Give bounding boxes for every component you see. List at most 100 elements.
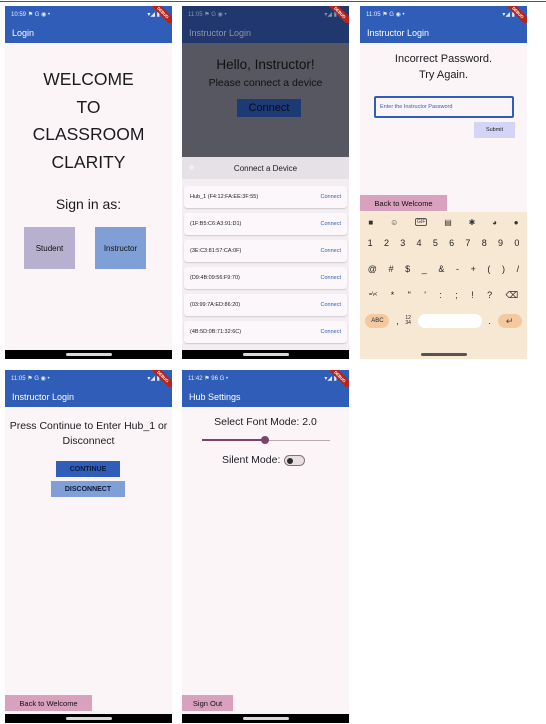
key[interactable]: 7	[465, 238, 470, 248]
device-row[interactable]: Hub_1 (F4:12:FA:EE:3F:55) Connect	[184, 186, 347, 208]
toggle-knob	[287, 457, 294, 464]
device-name: Hub_1 (F4:12:FA:EE:3F:55)	[190, 194, 259, 200]
password-field[interactable]: Enter the Instructor Password	[374, 96, 514, 118]
instructor-button[interactable]: Instructor	[95, 227, 146, 269]
key[interactable]: $	[405, 264, 410, 274]
sign-out-button[interactable]: Sign Out	[182, 695, 233, 711]
home-handle[interactable]	[242, 717, 289, 720]
hub-settings-screen: 11:42 ⚑ 96 G • ▾◢ ▮ DEBUG Hub Settings S…	[182, 370, 349, 723]
nav-bar	[182, 350, 349, 359]
key[interactable]: #	[389, 264, 394, 274]
palette-icon[interactable]: ◕	[492, 218, 497, 227]
font-mode-label: Select Font Mode: 2.0	[214, 416, 317, 428]
home-handle[interactable]	[242, 353, 289, 356]
key[interactable]: +	[471, 264, 476, 274]
status-time: 11:05	[366, 12, 381, 18]
home-handle[interactable]	[65, 717, 112, 720]
device-connect-link[interactable]: Connect	[321, 275, 342, 281]
key[interactable]: )	[502, 264, 505, 274]
continue-button[interactable]: CONTINUE	[56, 461, 120, 477]
key[interactable]: _	[422, 264, 427, 274]
clipboard-icon[interactable]: ▤	[444, 218, 452, 227]
sheet-title: Connect a Device	[233, 163, 298, 173]
abc-key[interactable]: ABC	[365, 314, 390, 328]
comma-key[interactable]: ,	[396, 316, 399, 326]
submit-button[interactable]: Submit	[474, 122, 515, 138]
keyboard-row-numbers: 1 2 3 4 5 6 7 8 9 0	[362, 232, 525, 254]
key[interactable]: 8	[482, 238, 487, 248]
key[interactable]: '	[424, 290, 426, 300]
student-button[interactable]: Student	[24, 227, 75, 269]
numpad-key[interactable]: 12 34	[405, 316, 411, 326]
device-row[interactable]: (D9:4B:09:56:F9:70) Connect	[184, 267, 347, 289]
sticker-icon[interactable]: ☺	[390, 218, 398, 227]
enter-icon[interactable]: ↵	[497, 314, 522, 328]
key[interactable]: 9	[498, 238, 503, 248]
login-screen: 10:59 ⚑ G ◉ • ▾◢ ▮ DEBUG Login WELCOME T…	[5, 6, 172, 359]
nav-bar	[5, 350, 172, 359]
period-key[interactable]: .	[488, 316, 491, 326]
slider-thumb[interactable]	[261, 436, 269, 444]
key[interactable]: 0	[514, 238, 519, 248]
device-connect-link[interactable]: Connect	[321, 221, 342, 227]
device-row[interactable]: (3E:C3:81:57:CA:0F) Connect	[184, 240, 347, 262]
key[interactable]: (	[487, 264, 490, 274]
instructor-connect-screen: 11:05 ⚑ G ◉ • ▾◢ ▮ DEBUG Instructor Logi…	[182, 6, 349, 359]
key[interactable]: ?	[487, 290, 492, 300]
font-mode-slider[interactable]	[202, 436, 330, 444]
key[interactable]: /	[517, 264, 520, 274]
device-row[interactable]: (1F:B5:C6:A3:91:D1) Connect	[184, 213, 347, 235]
app-bar: Instructor Login	[5, 387, 172, 407]
key[interactable]: @	[368, 264, 377, 274]
app-bar: Instructor Login	[360, 23, 527, 43]
backspace-icon[interactable]: ⌫	[506, 290, 519, 301]
key[interactable]: -	[456, 264, 459, 274]
silent-mode-toggle[interactable]	[284, 454, 306, 466]
key[interactable]: ;	[455, 290, 458, 300]
disconnect-button[interactable]: DISCONNECT	[51, 481, 125, 497]
space-key[interactable]	[417, 314, 482, 328]
apps-grid-icon[interactable]: ■	[368, 218, 373, 227]
status-time: 10:59	[11, 12, 27, 18]
device-row[interactable]: (03:99:7A:ED:86:20) Connect	[184, 294, 347, 316]
key[interactable]: *	[391, 290, 395, 300]
microphone-icon[interactable]: ●	[514, 218, 519, 227]
key[interactable]: 3	[400, 238, 405, 248]
key[interactable]: !	[471, 290, 474, 300]
status-time: 11:05	[188, 12, 203, 18]
key[interactable]: 1	[368, 238, 373, 248]
connect-button[interactable]: Connect	[237, 99, 301, 117]
key[interactable]: "	[408, 290, 411, 300]
key[interactable]: =\<	[369, 292, 378, 298]
nav-bar	[5, 714, 172, 723]
keyboard-toolbar: ■ ☺ GIF ▤ ✱ ◕ ●	[360, 214, 527, 230]
key[interactable]: 6	[449, 238, 454, 248]
key[interactable]: 5	[433, 238, 438, 248]
status-bar: 11:05 ⚑ G ◉ • ▾◢ ▮ DEBUG	[5, 370, 172, 392]
settings-gear-icon[interactable]: ✱	[469, 218, 476, 227]
status-bar: 11:05 ⚑ G ◉ • ▾◢ ▮ DEBUG	[182, 6, 349, 28]
back-to-welcome-button[interactable]: Back to Welcome	[360, 195, 447, 211]
key[interactable]: 4	[417, 238, 422, 248]
home-handle[interactable]	[65, 353, 112, 356]
device-connect-link[interactable]: Connect	[321, 248, 342, 254]
key[interactable]: &	[438, 264, 444, 274]
scan-indicator-icon	[189, 165, 194, 170]
device-connect-link[interactable]: Connect	[321, 329, 342, 335]
home-handle[interactable]	[420, 353, 467, 356]
device-connect-link[interactable]: Connect	[321, 194, 342, 200]
error-line: Incorrect Password.	[394, 53, 493, 65]
keyboard-row-symbols: @ # $ _ & - + ( ) /	[362, 258, 525, 280]
welcome-line: WELCOME	[43, 69, 134, 89]
device-row[interactable]: (4B:5D:0B:71:32:6C) Connect	[184, 321, 347, 343]
key[interactable]: 2	[384, 238, 389, 248]
device-connect-link[interactable]: Connect	[321, 302, 342, 308]
app-bar-title: Instructor Login	[12, 392, 75, 402]
sign-in-label: Sign in as:	[55, 196, 122, 212]
status-icons: ⚑ 96 G •	[204, 376, 229, 382]
app-bar-title: Hub Settings	[189, 392, 241, 402]
gif-icon[interactable]: GIF	[415, 218, 428, 226]
app-bar: Instructor Login	[182, 23, 349, 43]
back-to-welcome-button[interactable]: Back to Welcome	[5, 695, 92, 711]
key[interactable]: :	[439, 290, 442, 300]
